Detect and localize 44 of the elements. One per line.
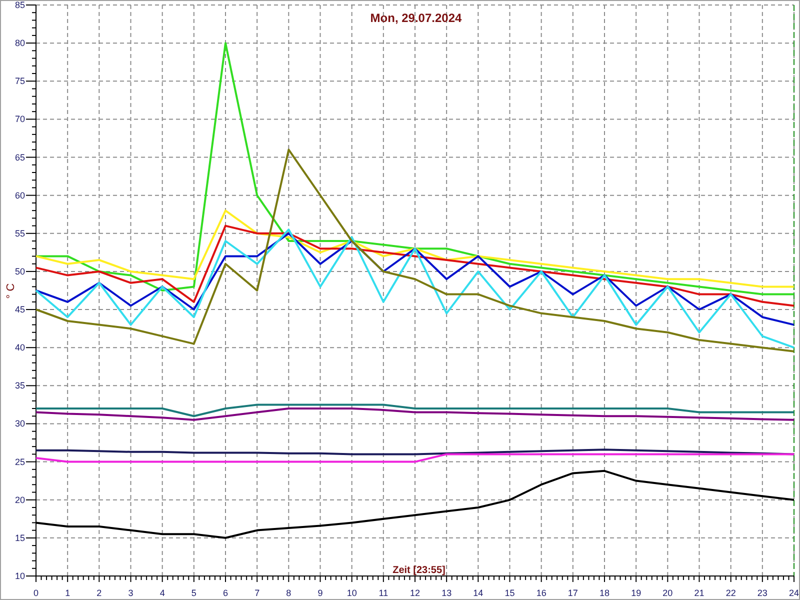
x-tick-label: 18	[600, 588, 610, 598]
x-tick-label: 13	[442, 588, 452, 598]
y-tick-label: 85	[14, 1, 25, 10]
x-tick-label: 2	[96, 588, 102, 598]
x-axis-title: Zeit [23:55]	[392, 565, 446, 576]
y-tick-label: 15	[14, 532, 25, 543]
y-tick-label: 60	[14, 190, 25, 200]
x-tick-label: 17	[568, 588, 578, 598]
y-tick-label: 70	[14, 114, 25, 124]
x-tick-label: 22	[726, 588, 736, 598]
x-tick-label: 19	[631, 588, 642, 598]
x-tick-label: 20	[662, 588, 673, 598]
y-tick-label: 75	[14, 76, 25, 86]
y-tick-label: 30	[14, 418, 25, 429]
y-tick-label: 10	[14, 571, 25, 581]
x-tick-label: 0	[34, 588, 38, 598]
x-tick-label: 14	[473, 588, 484, 598]
y-tick-label: 25	[14, 456, 25, 467]
x-tick-label: 1	[65, 588, 70, 598]
x-tick-label: 6	[223, 588, 228, 598]
x-tick-label: 21	[694, 588, 704, 598]
y-axis-title: ° C	[5, 283, 17, 299]
x-tick-label: 7	[254, 588, 260, 598]
y-tick-label: 35	[14, 380, 25, 391]
x-tick-label: 16	[536, 588, 546, 598]
x-tick-label: 3	[128, 588, 134, 598]
x-tick-label: 4	[160, 588, 165, 598]
x-tick-label: 10	[346, 588, 357, 598]
x-tick-label: 8	[286, 588, 292, 598]
y-tick-label: 80	[14, 38, 25, 48]
y-tick-label: 20	[14, 494, 25, 505]
y-tick-label: 40	[14, 342, 25, 353]
x-tick-label: 11	[378, 588, 388, 598]
x-tick-label: 12	[410, 588, 420, 598]
y-tick-label: 45	[14, 304, 25, 315]
x-tick-label: 24	[789, 588, 799, 598]
chart-title: Mon, 29.07.2024	[370, 11, 462, 25]
y-tick-label: 50	[14, 266, 25, 276]
x-tick-label: 9	[318, 588, 323, 598]
x-tick-label: 23	[757, 588, 768, 598]
x-tick-label: 15	[504, 588, 515, 598]
x-tick-label: 5	[191, 588, 196, 598]
y-tick-label: 55	[14, 228, 25, 238]
y-tick-label: 65	[14, 152, 25, 162]
